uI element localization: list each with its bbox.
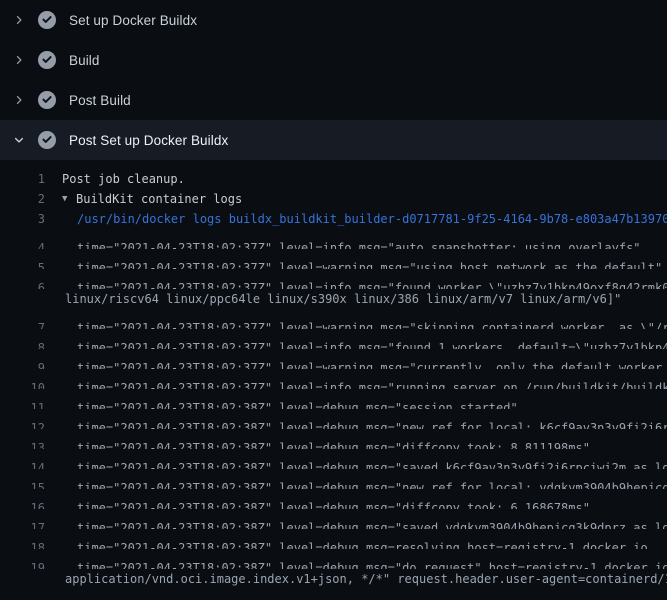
line-number[interactable]: 18 [0, 538, 45, 549]
log-text: time="2021-04-23T18:02:37Z" level=warnin… [77, 318, 667, 329]
line-number[interactable]: 2 [0, 189, 45, 209]
chevron-right-icon[interactable] [12, 93, 26, 107]
log-row: linux/riscv64 linux/ppc64le linux/s390x … [0, 289, 667, 309]
log-row: 3/usr/bin/docker logs buildx_buildkit_bu… [0, 209, 667, 229]
log-row: 2 ▼BuildKit container logs [0, 189, 667, 209]
log-row: 20time="2021-04-23T18:02:38Z" level=debu… [0, 589, 667, 600]
log-text: linux/riscv64 linux/ppc64le linux/s390x … [65, 289, 621, 309]
log-text: BuildKit container logs [76, 189, 242, 209]
step-label: Post Set up Docker Buildx [69, 133, 228, 148]
line-number[interactable]: 16 [0, 498, 45, 509]
chevron-right-icon[interactable] [12, 53, 26, 67]
line-number[interactable]: 15 [0, 478, 45, 489]
log-row: 16 time="2021-04-23T18:02:38Z" level=debu… [0, 489, 667, 509]
step-header-set-up-docker-buildx[interactable]: Set up Docker Buildx [0, 0, 667, 40]
log-row: 9 time="2021-04-23T18:02:37Z" level=warni… [0, 349, 667, 369]
log-row: 7 time="2021-04-23T18:02:37Z" level=warni… [0, 309, 667, 329]
line-number[interactable]: 14 [0, 458, 45, 469]
log-text: time="2021-04-23T18:02:37Z" level=info m… [77, 338, 667, 349]
step-label: Post Build [69, 93, 131, 108]
log-row: 15 time="2021-04-23T18:02:38Z" level=debu… [0, 469, 667, 489]
line-number[interactable]: 7 [0, 318, 45, 329]
step-header-build[interactable]: Build [0, 40, 667, 80]
line-number[interactable]: 9 [0, 358, 45, 369]
chevron-down-icon[interactable] [12, 133, 26, 147]
log-text: time="2021-04-23T18:02:38Z" level=debug … [77, 458, 667, 469]
log-text: time="2021-04-23T18:02:38Z" level=debug … [77, 518, 667, 529]
log-row: 17 time="2021-04-23T18:02:38Z" level=debu… [0, 509, 667, 529]
log-row: 13 time="2021-04-23T18:02:38Z" level=debu… [0, 429, 667, 449]
step-label: Build [69, 53, 100, 68]
line-number [0, 289, 45, 309]
chevron-right-icon[interactable] [12, 13, 26, 27]
log-row: 5 time="2021-04-23T18:02:37Z" level=warni… [0, 249, 667, 269]
log-text: time="2021-04-23T18:02:37Z" level=info m… [77, 378, 667, 389]
group-toggle-icon[interactable]: ▼ [62, 189, 71, 209]
log-text: Post job cleanup. [62, 169, 185, 189]
step-header-post-build[interactable]: Post Build [0, 80, 667, 120]
check-circle-icon [38, 131, 56, 149]
line-number[interactable]: 17 [0, 518, 45, 529]
check-circle-icon [38, 91, 56, 109]
log-text: time="2021-04-23T18:02:37Z" level=info m… [77, 278, 667, 289]
command-text: /usr/bin/docker logs buildx_buildkit_bui… [77, 209, 667, 229]
log-text: time="2021-04-23T18:02:37Z" level=warnin… [77, 358, 667, 369]
line-number[interactable]: 8 [0, 338, 45, 349]
step-header-post-set-up-docker-buildx[interactable]: Post Set up Docker Buildx [0, 120, 667, 160]
log-text: time="2021-04-23T18:02:37Z" level=info m… [77, 238, 641, 249]
log-row: 14 time="2021-04-23T18:02:38Z" level=debu… [0, 449, 667, 469]
step-label: Set up Docker Buildx [69, 13, 197, 28]
line-number[interactable]: 19 [0, 558, 45, 569]
line-number[interactable]: 4 [0, 238, 45, 249]
line-number[interactable]: 6 [0, 278, 45, 289]
log-row: 12 time="2021-04-23T18:02:38Z" level=debu… [0, 409, 667, 429]
line-number [0, 569, 45, 589]
check-circle-icon [38, 11, 56, 29]
line-number[interactable]: 5 [0, 258, 45, 269]
log-row: 8 time="2021-04-23T18:02:37Z" level=info … [0, 329, 667, 349]
log-output: 1 Post job cleanup. 2 ▼BuildKit container l… [0, 160, 667, 600]
line-number[interactable]: 3 [0, 209, 45, 229]
steps-list: Set up Docker Buildx Build Post Build Po… [0, 0, 667, 160]
log-text: time="2021-04-23T18:02:38Z" level=debug … [77, 438, 590, 449]
log-text: time="2021-04-23T18:02:38Z" level=debug … [77, 538, 648, 549]
log-row: 10 time="2021-04-23T18:02:37Z" level=info… [0, 369, 667, 389]
log-row: 4 time="2021-04-23T18:02:37Z" level=info … [0, 229, 667, 249]
line-number[interactable]: 12 [0, 418, 45, 429]
line-number[interactable]: 11 [0, 398, 45, 409]
log-text: time="2021-04-23T18:02:38Z" level=debug … [77, 478, 667, 489]
log-text: application/vnd.oci.image.index.v1+json,… [65, 569, 667, 589]
log-text: time="2021-04-23T18:02:37Z" level=warnin… [77, 258, 662, 269]
log-text: time="2021-04-23T18:02:38Z" level=debug … [77, 398, 518, 409]
log-row: application/vnd.oci.image.index.v1+json,… [0, 569, 667, 589]
log-text: time="2021-04-23T18:02:38Z" level=debug … [77, 558, 667, 569]
line-number[interactable]: 13 [0, 438, 45, 449]
check-circle-icon [38, 51, 56, 69]
log-row: 18 time="2021-04-23T18:02:38Z" level=debu… [0, 529, 667, 549]
log-row: 1 Post job cleanup. [0, 169, 667, 189]
log-row: 11 time="2021-04-23T18:02:38Z" level=debu… [0, 389, 667, 409]
log-text: time="2021-04-23T18:02:38Z" level=debug … [77, 498, 590, 509]
log-text: time="2021-04-23T18:02:38Z" level=debug … [77, 418, 667, 429]
log-row: 19 time="2021-04-23T18:02:38Z" level=debu… [0, 549, 667, 569]
log-row: 6 time="2021-04-23T18:02:37Z" level=info … [0, 269, 667, 289]
line-number[interactable]: 1 [0, 169, 45, 189]
line-number[interactable]: 10 [0, 378, 45, 389]
